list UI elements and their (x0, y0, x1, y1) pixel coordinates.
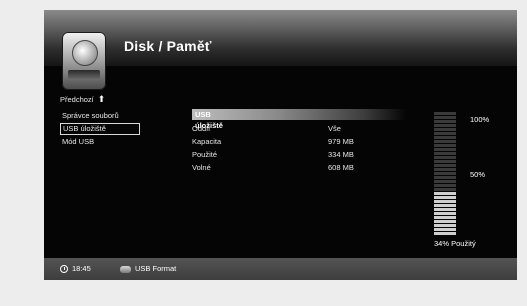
usage-meter-segment (434, 204, 456, 207)
footer-time: 18:45 (72, 264, 91, 273)
info-label: Oddíl (192, 124, 210, 133)
sidebar-item-usb-storage[interactable]: USB úložiště (60, 123, 140, 135)
info-label: Použité (192, 150, 218, 159)
back-button[interactable]: Předchozí ⬆ (60, 93, 105, 105)
section-header-bar (192, 109, 406, 120)
info-value: 334 MB (328, 150, 354, 159)
usage-meter-segment (434, 216, 456, 219)
usage-meter: 100% 50% 34% Použitý (434, 112, 490, 248)
usage-meter-segment (434, 136, 456, 139)
usage-meter-segment (434, 192, 456, 195)
sidebar-item-label: Správce souborů (62, 111, 119, 120)
footer-clock: 18:45 (60, 258, 91, 280)
sidebar-item-label: Mód USB (62, 137, 95, 146)
usage-meter-segment (434, 152, 456, 155)
usage-meter-segment (434, 116, 456, 119)
usage-meter-segment (434, 212, 456, 215)
usage-meter-segment (434, 220, 456, 223)
footer-format-label: USB Format (135, 264, 177, 273)
usage-meter-segment (434, 208, 456, 211)
menu-list: Správce souborů USB úložiště Mód USB (60, 110, 140, 149)
sidebar-item-usb-mode[interactable]: Mód USB (60, 136, 140, 148)
info-value: 979 MB (328, 137, 354, 146)
usage-meter-segment (434, 112, 456, 115)
usage-meter-segment (434, 156, 456, 159)
usage-meter-segment (434, 224, 456, 227)
disk-icon-platter (72, 40, 98, 66)
disk-icon (62, 32, 106, 90)
page-title: Disk / Paměť (124, 38, 212, 54)
header-bar (44, 10, 517, 66)
screen: Disk / Paměť Předchozí ⬆ Správce souborů… (0, 0, 527, 306)
usage-used-label: 34% Použitý (434, 239, 476, 248)
tv-screen: Disk / Paměť Předchozí ⬆ Správce souborů… (44, 10, 517, 280)
arrow-up-icon: ⬆ (97, 93, 106, 104)
footer-usb-format[interactable]: USB Format (120, 258, 176, 280)
info-value: Vše (328, 124, 341, 133)
usage-meter-segment (434, 144, 456, 147)
usage-meter-segment (434, 188, 456, 191)
usage-meter-segment (434, 184, 456, 187)
usage-meter-segment (434, 172, 456, 175)
usage-meter-segment (434, 160, 456, 163)
usb-button-icon (120, 265, 131, 273)
info-label: Volné (192, 163, 211, 172)
usage-mid-label: 50% (470, 170, 486, 179)
usage-meter-segment (434, 164, 456, 167)
usage-meter-segment (434, 168, 456, 171)
section-title: USB úložiště (195, 110, 223, 130)
usage-meter-segment (434, 140, 456, 143)
usage-meter-segment (434, 232, 456, 235)
usage-meter-segment (434, 180, 456, 183)
info-label: Kapacita (192, 137, 222, 146)
usage-meter-segment (434, 120, 456, 123)
sidebar-item-file-manager[interactable]: Správce souborů (60, 110, 140, 122)
usage-meter-segment (434, 124, 456, 127)
sidebar-item-label: USB úložiště (63, 124, 106, 133)
usage-meter-segment (434, 148, 456, 151)
usage-meter-segment (434, 132, 456, 135)
usage-meter-segment (434, 228, 456, 231)
usage-meter-segment (434, 176, 456, 179)
usage-meter-segment (434, 200, 456, 203)
footer-bar: 18:45 USB Format (44, 258, 517, 280)
clock-icon (60, 265, 68, 273)
usage-top-label: 100% (470, 115, 490, 124)
usage-meter-segment (434, 128, 456, 131)
info-value: 608 MB (328, 163, 354, 172)
disk-icon-base (68, 70, 100, 80)
usage-meter-segment (434, 196, 456, 199)
back-label: Předchozí (60, 94, 94, 104)
